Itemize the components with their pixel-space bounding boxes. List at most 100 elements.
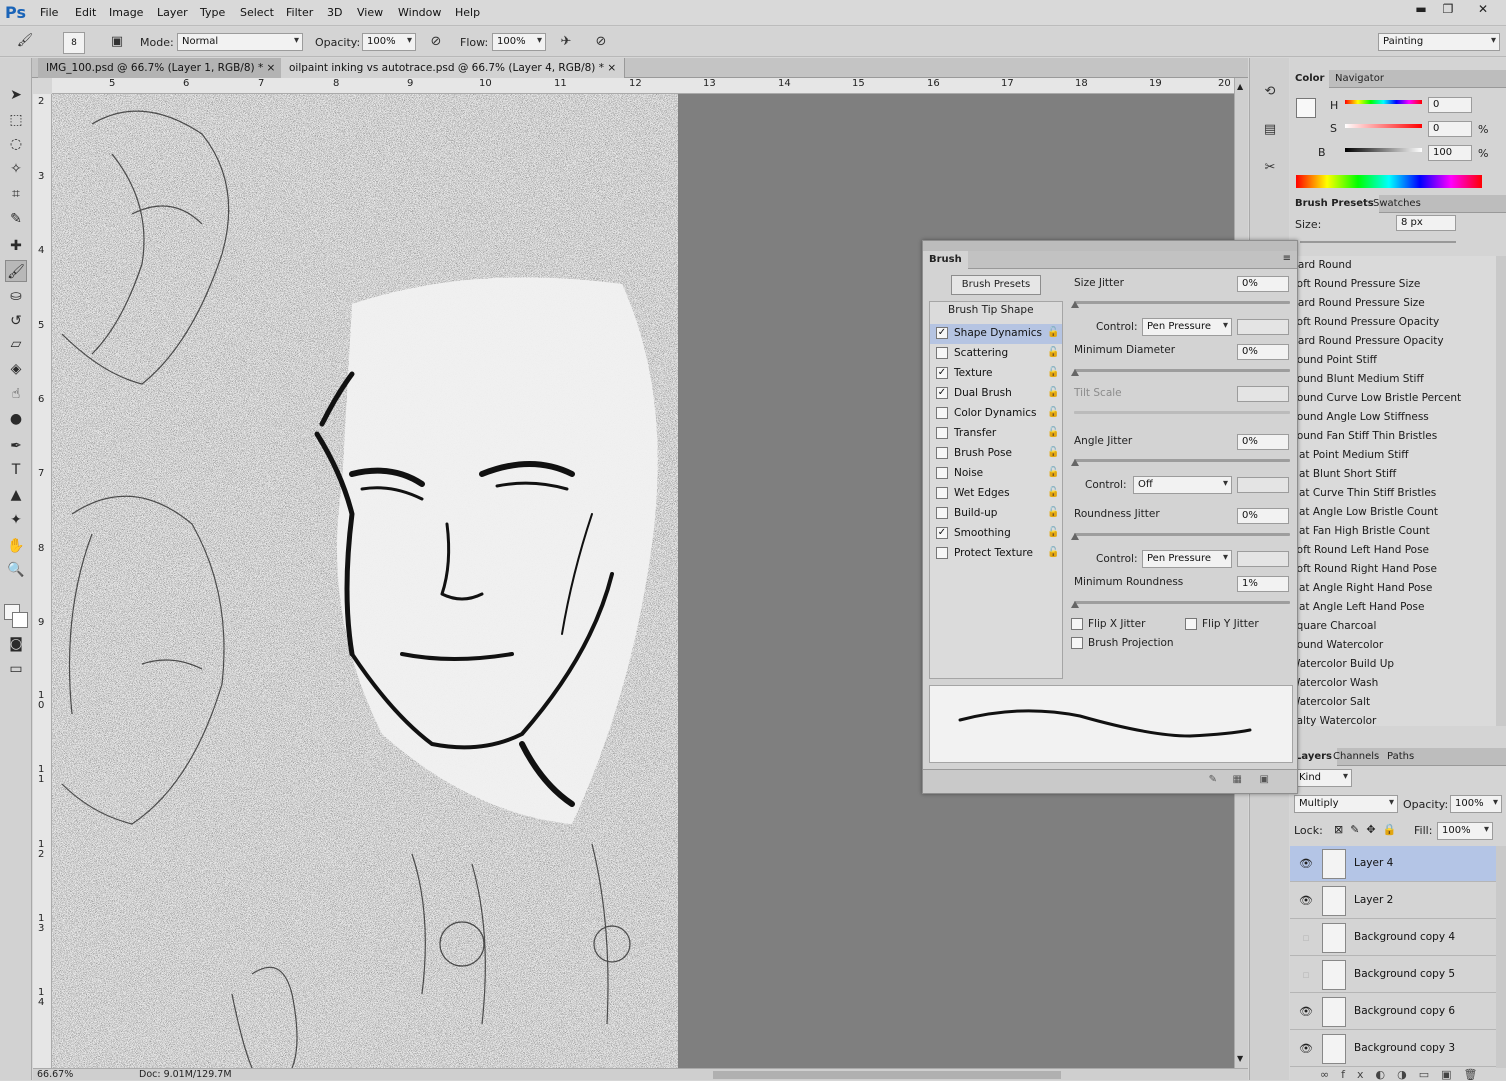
- option-brush-pose[interactable]: Brush Pose 🔓: [930, 444, 1059, 464]
- layer-row-background-copy-6[interactable]: 👁 Background copy 6: [1290, 994, 1496, 1030]
- lock-icon[interactable]: 🔓: [1047, 387, 1059, 398]
- preset-item[interactable]: Salty Watercolor: [1290, 715, 1376, 726]
- preset-item[interactable]: Flat Fan High Bristle Count: [1290, 525, 1430, 544]
- pen-tool-icon[interactable]: ✒: [5, 435, 27, 457]
- checkbox[interactable]: [936, 487, 948, 499]
- brush-tip-shape[interactable]: Brush Tip Shape: [948, 304, 1034, 316]
- checkbox[interactable]: [936, 407, 948, 419]
- move-tool-icon[interactable]: ➤: [5, 84, 27, 106]
- brush-tool-icon[interactable]: 🖌: [5, 260, 27, 282]
- doc-tab-oilpaint[interactable]: oilpaint inking vs autotrace.psd @ 66.7%…: [281, 58, 626, 78]
- preset-item[interactable]: Soft Round Left Hand Pose: [1290, 544, 1429, 563]
- preset-item[interactable]: Hard Round: [1290, 259, 1352, 278]
- lock-icon[interactable]: 🔓: [1047, 527, 1059, 538]
- hand-tool-icon[interactable]: ✋: [5, 535, 27, 557]
- tab-swatches[interactable]: Swatches: [1368, 195, 1426, 213]
- checkbox[interactable]: [936, 467, 948, 479]
- tab-paths[interactable]: Paths: [1382, 748, 1419, 766]
- option-texture[interactable]: ✓ Texture 🔓: [930, 364, 1059, 384]
- preset-item[interactable]: Watercolor Salt: [1290, 696, 1370, 715]
- min-roundness-field[interactable]: 1%: [1237, 576, 1289, 592]
- artwork-canvas[interactable]: [52, 94, 678, 1068]
- layer-filter-kind[interactable]: Kind: [1294, 769, 1352, 787]
- lock-icons[interactable]: ⊠✎✥🔒: [1334, 823, 1403, 836]
- stamp-tool-icon[interactable]: ⛀: [5, 285, 27, 307]
- menu-filter[interactable]: Filter: [286, 6, 313, 19]
- brush-size-preview[interactable]: 8: [63, 32, 85, 54]
- lock-icon[interactable]: 🔓: [1047, 347, 1059, 358]
- tab-navigator[interactable]: Navigator: [1330, 70, 1389, 88]
- pressure-size-icon[interactable]: ⊘: [590, 32, 612, 52]
- checkbox[interactable]: [936, 447, 948, 459]
- eye-icon[interactable]: 👁: [1299, 894, 1313, 907]
- brush-panel-title[interactable]: Brush: [923, 251, 968, 269]
- menu-type[interactable]: Type: [200, 6, 225, 19]
- brush-panel-icon[interactable]: ▤: [1259, 120, 1281, 140]
- history-panel-icon[interactable]: ⟲: [1259, 82, 1281, 102]
- saturation-slider[interactable]: [1345, 124, 1422, 128]
- hue-slider[interactable]: [1345, 100, 1422, 104]
- close-tab-icon[interactable]: ×: [607, 62, 616, 74]
- quick-select-tool-icon[interactable]: ✧: [5, 158, 27, 180]
- eye-icon[interactable]: 👁: [1299, 1042, 1313, 1055]
- slider-knob[interactable]: [1071, 459, 1079, 466]
- layers-scrollbar[interactable]: [1496, 846, 1506, 1068]
- doc-tab-img100[interactable]: IMG_100.psd @ 66.7% (Layer 1, RGB/8) * ×: [38, 58, 285, 78]
- preset-item[interactable]: Flat Angle Low Bristle Count: [1290, 506, 1438, 525]
- preset-size-slider[interactable]: [1300, 241, 1456, 243]
- menu-view[interactable]: View: [357, 6, 383, 19]
- slider-knob[interactable]: [1071, 369, 1079, 376]
- dodge-tool-icon[interactable]: ●: [5, 408, 27, 430]
- preset-item[interactable]: Flat Curve Thin Stiff Bristles: [1290, 487, 1436, 506]
- menu-3d[interactable]: 3D: [327, 6, 342, 19]
- preset-item[interactable]: Flat Point Medium Stiff: [1290, 449, 1409, 468]
- eyedropper-tool-icon[interactable]: ✎: [5, 208, 27, 230]
- brush-grid-icon[interactable]: ▦: [1233, 774, 1242, 785]
- eye-icon[interactable]: 👁: [1299, 1005, 1313, 1018]
- option-scattering[interactable]: Scattering 🔓: [930, 344, 1059, 364]
- checkbox[interactable]: ✓: [936, 387, 948, 399]
- brush-presets-button[interactable]: Brush Presets: [951, 275, 1041, 295]
- brush-preset-list[interactable]: Hard Round Soft Round Pressure Size Hard…: [1290, 256, 1496, 726]
- zoom-tool-icon[interactable]: 🔍: [5, 559, 27, 581]
- preset-item[interactable]: Soft Round Pressure Size: [1290, 278, 1420, 297]
- preset-item[interactable]: Round Point Stiff: [1290, 354, 1377, 373]
- canvas-horizontal-scrollbar[interactable]: [713, 1071, 1061, 1079]
- zoom-level[interactable]: 66.67%: [37, 1069, 73, 1080]
- opacity-field[interactable]: 100%: [362, 33, 416, 51]
- checkbox[interactable]: ✓: [936, 527, 948, 539]
- eye-hidden-icon[interactable]: ▫: [1299, 931, 1313, 944]
- menu-layer[interactable]: Layer: [157, 6, 188, 19]
- option-dual-brush[interactable]: ✓ Dual Brush 🔓: [930, 384, 1059, 404]
- crop-tool-icon[interactable]: ⌗: [5, 183, 27, 205]
- panel-menu-icon[interactable]: ≡: [1283, 253, 1291, 264]
- option-shape-dynamics[interactable]: ✓ Shape Dynamics 🔓: [930, 324, 1062, 344]
- history-brush-tool-icon[interactable]: ↺: [5, 310, 27, 332]
- lock-icon[interactable]: 🔓: [1047, 427, 1059, 438]
- preset-item[interactable]: Square Charcoal: [1290, 620, 1376, 639]
- tab-brush-presets[interactable]: Brush Presets: [1290, 195, 1379, 213]
- menu-window[interactable]: Window: [398, 6, 441, 19]
- checkbox[interactable]: ✓: [936, 327, 948, 339]
- preset-item[interactable]: Round Curve Low Bristle Percent: [1290, 392, 1461, 411]
- size-jitter-slider[interactable]: [1074, 301, 1290, 304]
- option-wet-edges[interactable]: Wet Edges 🔓: [930, 484, 1059, 504]
- scroll-up-icon[interactable]: ▲: [1237, 82, 1243, 91]
- slider-knob[interactable]: [1071, 601, 1079, 608]
- menu-edit[interactable]: Edit: [75, 6, 96, 19]
- preset-item[interactable]: Round Watercolor: [1290, 639, 1383, 658]
- brightness-slider[interactable]: [1345, 148, 1422, 152]
- marquee-tool-icon[interactable]: ⬚: [5, 109, 27, 131]
- angle-jitter-field[interactable]: 0%: [1237, 434, 1289, 450]
- slider-knob[interactable]: [1071, 301, 1079, 308]
- fill-field[interactable]: 100%: [1437, 822, 1493, 840]
- brush-panel-toggle-icon[interactable]: ▣: [106, 32, 128, 52]
- tab-color[interactable]: Color: [1290, 70, 1330, 88]
- preset-size-field[interactable]: 8 px: [1396, 215, 1456, 231]
- preset-item[interactable]: Hard Round Pressure Size: [1290, 297, 1425, 316]
- checkbox[interactable]: [936, 347, 948, 359]
- size-control-select[interactable]: Pen Pressure: [1142, 318, 1232, 336]
- option-color-dynamics[interactable]: Color Dynamics 🔓: [930, 404, 1059, 424]
- tab-channels[interactable]: Channels: [1328, 748, 1384, 766]
- lock-icon[interactable]: 🔓: [1047, 487, 1059, 498]
